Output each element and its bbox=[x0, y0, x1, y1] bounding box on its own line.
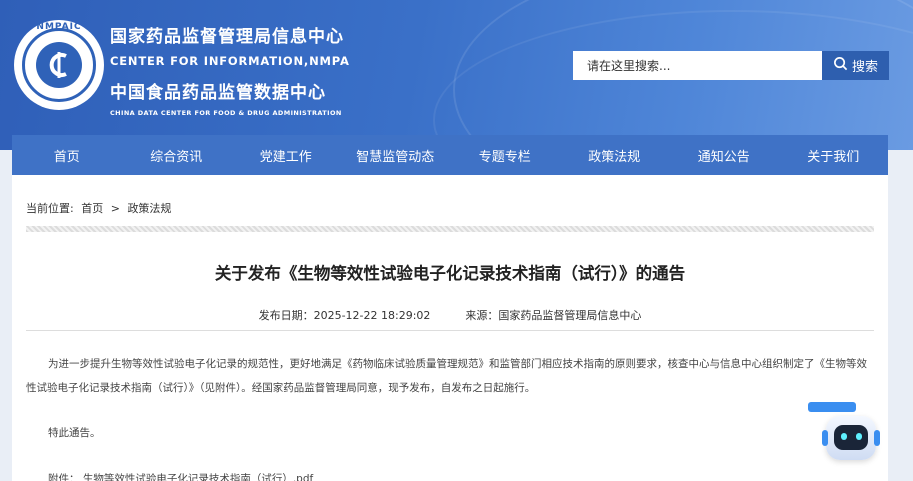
nav-item-party[interactable]: 党建工作 bbox=[231, 146, 341, 165]
site-subtitle-en: CHINA DATA CENTER FOR FOOD & DRUG ADMINI… bbox=[110, 109, 342, 117]
search-button[interactable]: 搜索 bbox=[822, 51, 889, 80]
robot-ear bbox=[874, 430, 880, 446]
search-bar: 搜索 bbox=[573, 51, 889, 80]
site-header: NMPAIC 国家药品监督管理局信息中心 CENTER FOR INFORMAT… bbox=[0, 0, 913, 150]
article-note: 特此通告。 bbox=[48, 427, 101, 439]
robot-eye bbox=[841, 433, 847, 440]
site-title-en: CENTER FOR INFORMATION,NMPA bbox=[110, 54, 350, 68]
site-logo[interactable]: NMPAIC bbox=[14, 20, 104, 110]
nav-item-home[interactable]: 首页 bbox=[12, 146, 122, 165]
nav-item-topics[interactable]: 专题专栏 bbox=[450, 146, 560, 165]
site-subtitle-cn: 中国食品药品监管数据中心 bbox=[110, 83, 326, 103]
article-meta: 发布日期：2025-12-22 18:29:02 来源：国家药品监督管理局信息中… bbox=[12, 307, 888, 323]
robot-ear bbox=[822, 430, 828, 446]
brand-block: 国家药品监督管理局信息中心 CENTER FOR INFORMATION,NMP… bbox=[110, 22, 350, 117]
article-title: 关于发布《生物等效性试验电子化记录技术指南（试行）》的通告 bbox=[214, 264, 686, 283]
article-source: 国家药品监督管理局信息中心 bbox=[498, 309, 642, 322]
robot-eye bbox=[856, 433, 862, 440]
nav-item-policy[interactable]: 政策法规 bbox=[560, 146, 670, 165]
meta-divider bbox=[26, 330, 874, 331]
search-button-label: 搜索 bbox=[851, 60, 878, 75]
nav-item-notices[interactable]: 通知公告 bbox=[669, 146, 779, 165]
breadcrumb-separator: > bbox=[110, 202, 120, 215]
main-nav: 首页 综合资讯 党建工作 智慧监管动态 专题专栏 政策法规 通知公告 关于我们 bbox=[12, 135, 888, 175]
nav-item-smart-regulation[interactable]: 智慧监管动态 bbox=[341, 146, 451, 165]
site-title-cn: 国家药品监督管理局信息中心 bbox=[110, 27, 344, 47]
source-label: 来源： bbox=[465, 309, 499, 322]
breadcrumb-home[interactable]: 首页 bbox=[81, 202, 103, 215]
article-container: 当前位置: 首页 > 政策法规 关于发布《生物等效性试验电子化记录技术指南（试行… bbox=[12, 175, 888, 481]
breadcrumb-divider bbox=[26, 226, 874, 232]
nav-item-about[interactable]: 关于我们 bbox=[779, 146, 889, 165]
robot-face bbox=[834, 425, 868, 450]
assistant-tag bbox=[808, 402, 856, 412]
attachment-link[interactable]: 附件： 生物等效性试验电子化记录技术指南（试行）.pdf bbox=[48, 471, 313, 481]
robot-assistant-icon[interactable] bbox=[808, 400, 880, 470]
article-paragraph: 为进一步提升生物等效性试验电子化记录的规范性，更好地满足《药物临床试验质量管理规… bbox=[26, 358, 867, 394]
publish-date: 2025-12-22 18:29:02 bbox=[313, 309, 431, 322]
nav-item-news[interactable]: 综合资讯 bbox=[122, 146, 232, 165]
breadcrumb-prefix: 当前位置: bbox=[26, 202, 74, 215]
breadcrumb: 当前位置: 首页 > 政策法规 bbox=[26, 200, 175, 216]
breadcrumb-current[interactable]: 政策法规 bbox=[127, 202, 171, 215]
search-input[interactable] bbox=[573, 51, 822, 80]
search-icon bbox=[833, 56, 848, 75]
date-label: 发布日期： bbox=[258, 309, 314, 322]
logo-mark-icon bbox=[44, 48, 74, 82]
